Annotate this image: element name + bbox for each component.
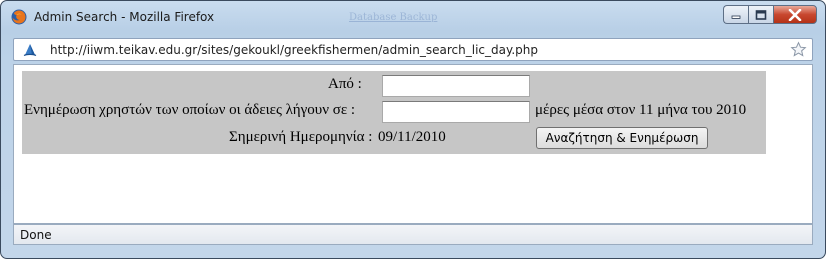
window-title: Admin Search - Mozilla Firefox xyxy=(34,10,215,24)
title-bar[interactable]: Admin Search - Mozilla Firefox Database … xyxy=(1,1,825,31)
maximize-button[interactable] xyxy=(748,5,773,24)
url-text[interactable]: http://iiwm.teikav.edu.gr/sites/gekoukl/… xyxy=(50,43,538,57)
from-input[interactable] xyxy=(382,75,530,97)
date-label: Σημερινή Ημερομηνία : xyxy=(229,129,373,145)
close-icon xyxy=(788,8,802,21)
window-controls xyxy=(723,5,817,25)
from-label: Από : xyxy=(328,76,362,92)
star-icon[interactable] xyxy=(790,41,807,58)
background-tab-text: Database Backup xyxy=(349,12,438,23)
update-label: Ενημέρωση χρηστών των οποίων οι άδειες λ… xyxy=(24,102,356,118)
page-content: Από : Ενημέρωση χρηστών των οποίων οι άδ… xyxy=(13,64,813,224)
search-form-panel: Από : Ενημέρωση χρηστών των οποίων οι άδ… xyxy=(22,71,766,154)
minimize-icon xyxy=(731,15,741,19)
maximize-icon xyxy=(755,9,767,20)
close-button[interactable] xyxy=(773,5,817,24)
search-update-button[interactable]: Αναζήτηση & Ενημέρωση xyxy=(536,127,708,149)
status-bar: Done xyxy=(13,224,813,245)
browser-window: Admin Search - Mozilla Firefox Database … xyxy=(0,0,826,259)
date-value: 09/11/2010 xyxy=(378,129,446,145)
firefox-icon xyxy=(11,9,27,25)
minimize-button[interactable] xyxy=(723,5,748,24)
days-input[interactable] xyxy=(382,101,530,123)
address-bar[interactable]: http://iiwm.teikav.edu.gr/sites/gekoukl/… xyxy=(13,38,813,61)
status-text: Done xyxy=(20,228,52,242)
days-suffix-label: μέρες μέσα στον 11 μήνα του 2010 xyxy=(535,102,747,118)
site-favicon xyxy=(23,44,37,57)
